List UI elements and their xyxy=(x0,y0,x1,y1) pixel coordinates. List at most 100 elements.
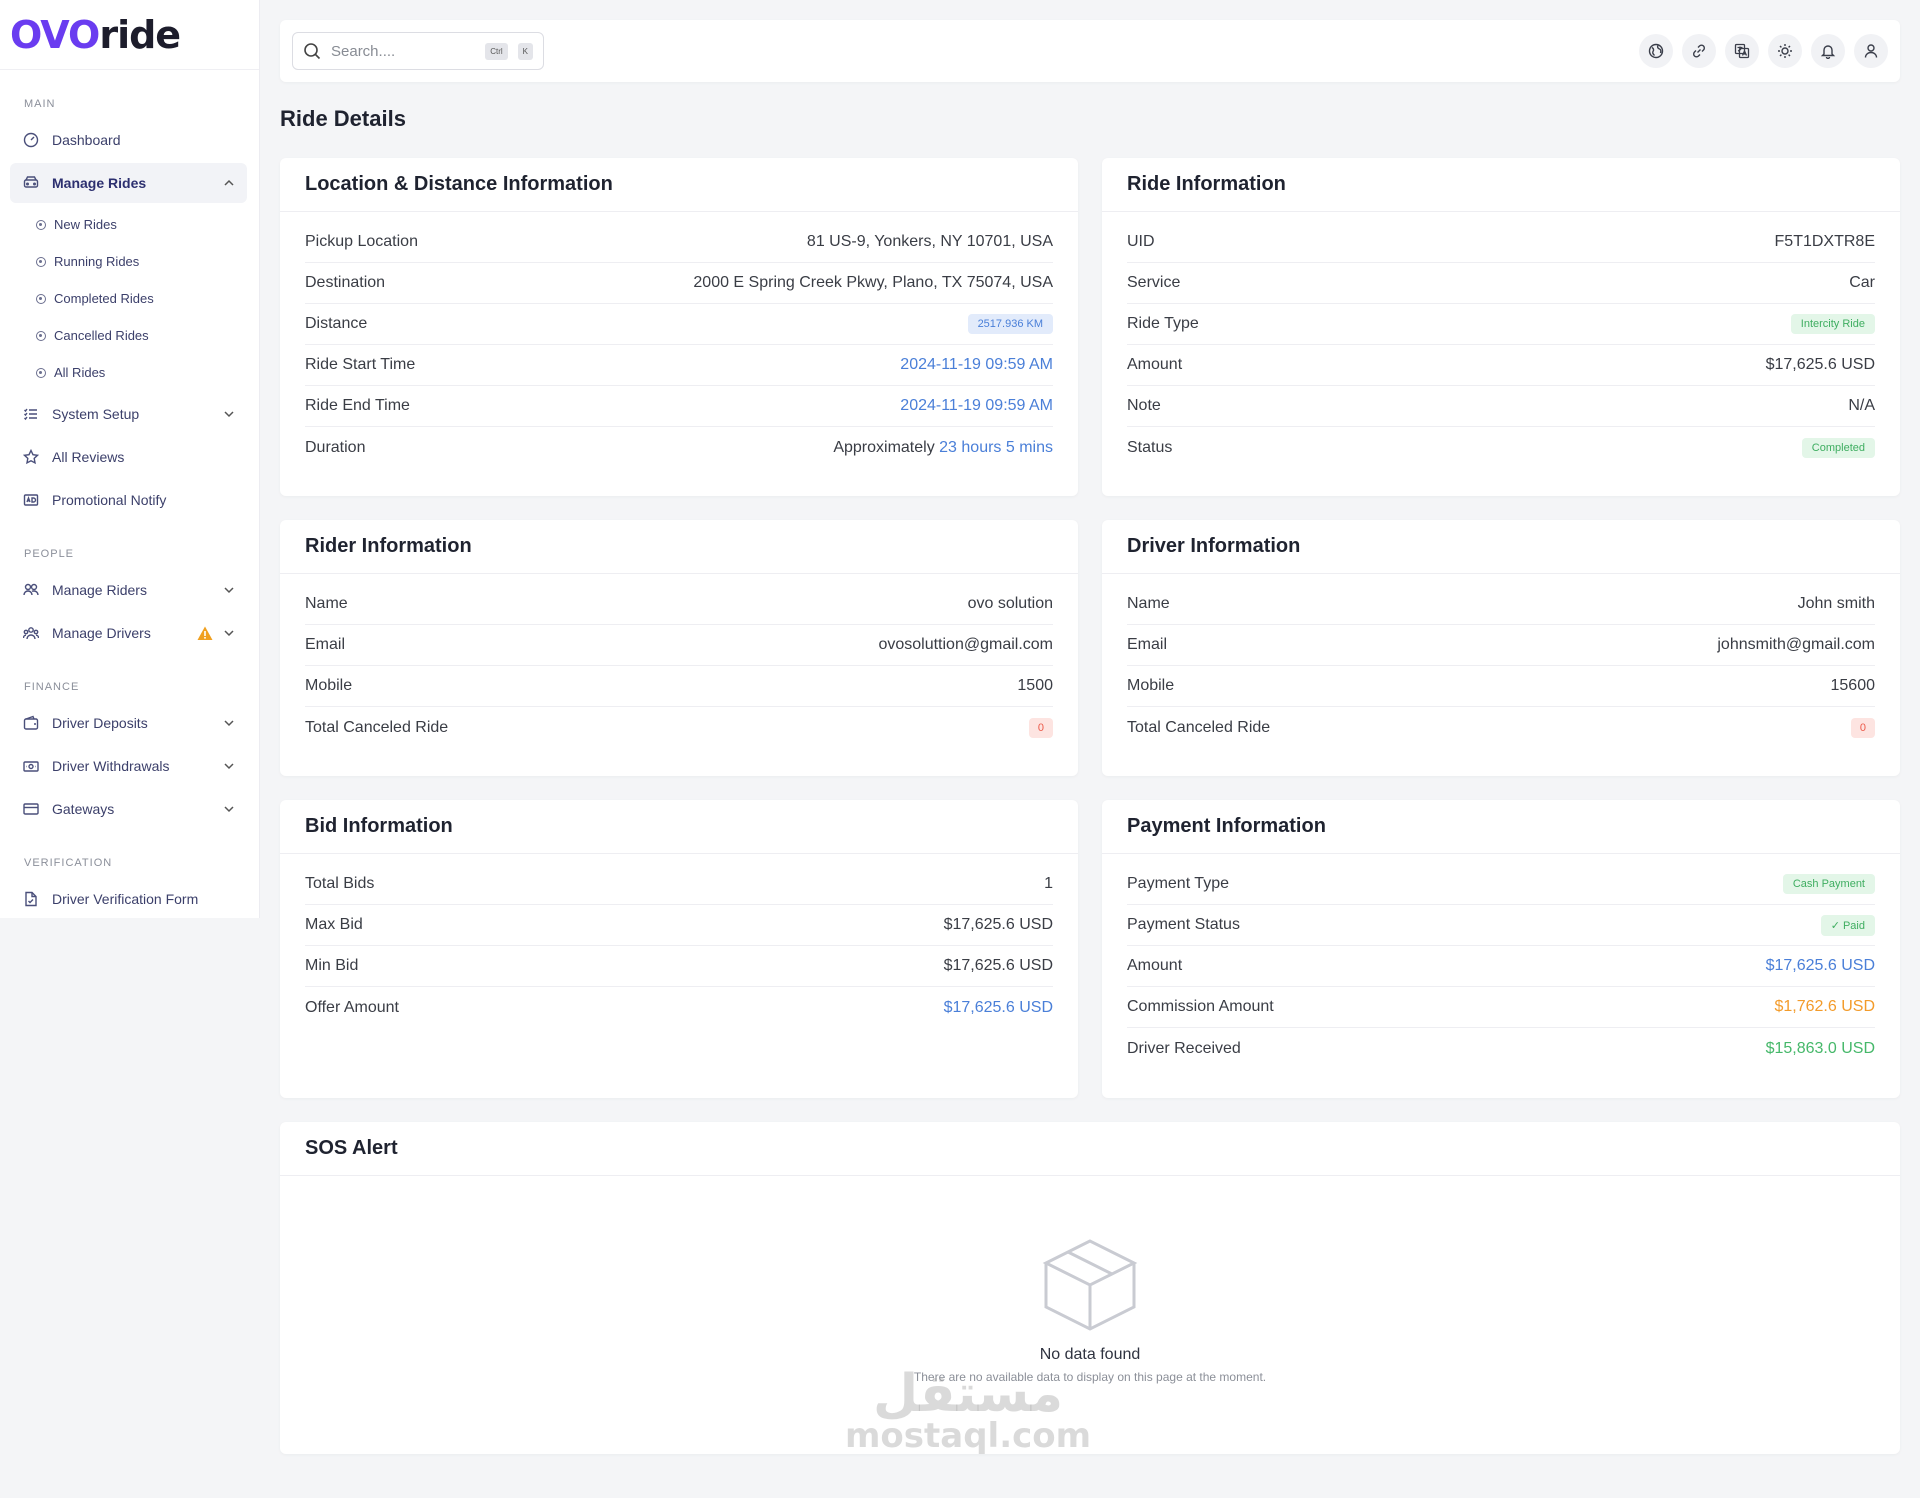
sidebar-subitem-label: Running Rides xyxy=(54,254,140,269)
row-label: Pickup Location xyxy=(305,233,418,250)
sidebar-item-system-setup[interactable]: System Setup xyxy=(10,394,247,434)
row-ride-type: Ride Type Intercity Ride xyxy=(1127,304,1875,345)
row-label: Amount xyxy=(1127,356,1183,373)
sidebar-item-label: System Setup xyxy=(52,406,140,422)
row-amount: Amount $17,625.6 USD xyxy=(1127,345,1875,386)
sidebar-item-driver-deposits[interactable]: Driver Deposits xyxy=(10,703,247,743)
search-input[interactable] xyxy=(331,42,476,60)
sidebar-subitem-label: Cancelled Rides xyxy=(54,328,149,343)
page-title: Ride Details xyxy=(280,106,406,131)
sidebar-subitem-running-rides[interactable]: Running Rides xyxy=(0,243,259,280)
sidebar-item-label: Promotional Notify xyxy=(52,492,167,508)
sun-icon[interactable] xyxy=(1768,34,1802,68)
section-finance: FINANCE xyxy=(24,681,80,693)
row-label: Ride Type xyxy=(1127,315,1199,332)
logo-part-ride: ride xyxy=(99,12,181,57)
row-label: Commission Amount xyxy=(1127,998,1274,1015)
sidebar-item-driver-withdrawals[interactable]: Driver Withdrawals xyxy=(10,746,247,786)
sidebar-item-all-reviews[interactable]: All Reviews xyxy=(10,437,247,477)
search-icon xyxy=(303,42,321,60)
link-icon[interactable] xyxy=(1682,34,1716,68)
sidebar-item-driver-verification-form[interactable]: Driver Verification Form xyxy=(10,879,247,918)
canceled-count-badge: 0 xyxy=(1028,717,1053,738)
empty-state: No data found There are no available dat… xyxy=(280,1237,1900,1384)
card-title: Ride Information xyxy=(1102,158,1900,212)
chevron-down-icon xyxy=(223,803,235,815)
row-destination: Destination 2000 E Spring Creek Pkwy, Pla… xyxy=(305,263,1053,304)
bell-icon[interactable] xyxy=(1811,34,1845,68)
row-label: Note xyxy=(1127,397,1161,414)
row-service: Service Car xyxy=(1127,263,1875,304)
amount-value: $17,625.6 USD xyxy=(1765,356,1875,373)
credit-card-icon xyxy=(22,800,40,818)
watermark-arabic: مستقل xyxy=(872,1364,1064,1424)
row-label: Total Bids xyxy=(305,875,375,892)
check-icon: ✓ xyxy=(1830,919,1843,932)
row-label: Max Bid xyxy=(305,916,363,933)
sidebar-item-label: Manage Rides xyxy=(52,175,147,191)
sidebar-item-promotional-notify[interactable]: Promotional Notify xyxy=(10,480,247,520)
destination-value: 2000 E Spring Creek Pkwy, Plano, TX 7507… xyxy=(693,274,1053,291)
chevron-down-icon xyxy=(223,408,235,420)
sidebar-item-dashboard[interactable]: Dashboard xyxy=(10,120,247,160)
rider-name-value: ovo solution xyxy=(967,595,1053,612)
row-label: Total Canceled Ride xyxy=(1127,718,1271,736)
star-icon xyxy=(22,448,40,466)
row-rider-mobile: Mobile 1500 xyxy=(305,666,1053,707)
rider-mobile-value: 1500 xyxy=(1017,677,1053,694)
logo-part-ovo: OVO xyxy=(10,12,100,57)
ad-icon xyxy=(22,491,40,509)
row-driver-mobile: Mobile 15600 xyxy=(1127,666,1875,707)
chevron-down-icon xyxy=(223,760,235,772)
gauge-icon xyxy=(22,131,40,149)
sidebar-item-label: Dashboard xyxy=(52,132,121,148)
user-icon[interactable] xyxy=(1854,34,1888,68)
offer-amount-value: $17,625.6 USD xyxy=(943,998,1053,1016)
search-box[interactable]: Ctrl K xyxy=(292,32,544,70)
ride-type-badge: Intercity Ride xyxy=(1790,314,1875,334)
row-label: Ride End Time xyxy=(305,397,410,414)
sidebar-item-label: Driver Deposits xyxy=(52,715,148,731)
logo[interactable]: OVOride xyxy=(0,0,259,70)
row-label: Payment Type xyxy=(1127,875,1229,892)
commission-value: $1,762.6 USD xyxy=(1774,998,1875,1015)
row-label: Mobile xyxy=(1127,677,1175,694)
row-rider-email: Email ovosoluttion@gmail.com xyxy=(305,625,1053,666)
sidebar-subitem-new-rides[interactable]: New Rides xyxy=(0,206,259,243)
sidebar-item-manage-riders[interactable]: Manage Riders xyxy=(10,570,247,610)
top-bar: Ctrl K xyxy=(280,20,1900,82)
chevron-down-icon xyxy=(223,584,235,596)
sidebar-item-gateways[interactable]: Gateways xyxy=(10,789,247,829)
note-value: N/A xyxy=(1848,397,1875,414)
row-label: Offer Amount xyxy=(305,998,399,1016)
driver-info-card: Driver Information Name John smith Email j… xyxy=(1102,520,1900,776)
card-title: Rider Information xyxy=(280,520,1078,574)
sidebar-item-manage-drivers[interactable]: Manage Drivers xyxy=(10,613,247,653)
row-label: Driver Received xyxy=(1127,1039,1241,1057)
uid-value: F5T1DXTR8E xyxy=(1774,233,1875,250)
globe-icon[interactable] xyxy=(1639,34,1673,68)
shortcut-key-ctrl: Ctrl xyxy=(485,42,508,60)
row-label: Name xyxy=(305,595,348,612)
sidebar-subitem-all-rides[interactable]: All Rides xyxy=(0,354,259,391)
row-label: Duration xyxy=(305,438,366,456)
sidebar-subitem-completed-rides[interactable]: Completed Rides xyxy=(0,280,259,317)
duration-value: 23 hours 5 mins xyxy=(939,438,1053,456)
users-icon xyxy=(22,581,40,599)
sidebar-item-manage-rides[interactable]: Manage Rides xyxy=(10,163,247,203)
card-title: Payment Information xyxy=(1102,800,1900,854)
sidebar-item-label: Driver Verification Form xyxy=(52,891,199,907)
warning-icon xyxy=(197,626,213,641)
translate-icon[interactable] xyxy=(1725,34,1759,68)
bullet-icon xyxy=(36,367,46,378)
start-time-value: 2024-11-19 09:59 AM xyxy=(900,356,1053,373)
section-people: PEOPLE xyxy=(24,548,75,560)
row-label: Status xyxy=(1127,438,1173,456)
driver-email-value: johnsmith@gmail.com xyxy=(1717,636,1875,653)
car-icon xyxy=(22,174,40,192)
row-rider-canceled: Total Canceled Ride 0 xyxy=(305,707,1053,748)
row-distance: Distance 2517.936 KM xyxy=(305,304,1053,345)
sidebar-subitem-cancelled-rides[interactable]: Cancelled Rides xyxy=(0,317,259,354)
file-check-icon xyxy=(22,890,40,908)
row-label: Service xyxy=(1127,274,1181,291)
